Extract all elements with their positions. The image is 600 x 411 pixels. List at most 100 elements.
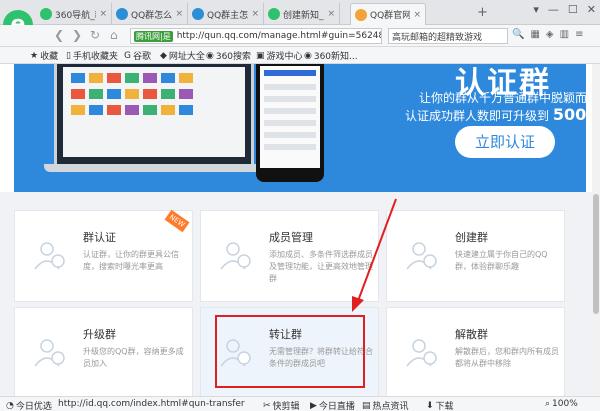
- card-description: 解散群后，您和群内所有成员都将从群中移除: [455, 347, 559, 368]
- download-label: 下载: [435, 402, 454, 411]
- zoom-icon: ⌕: [545, 399, 551, 409]
- toolbar-icons: 🔍 ▦ ◈ ▥ ≡: [512, 29, 583, 40]
- laptop-illustration: [54, 64, 254, 168]
- favorite-label: 收藏: [40, 52, 59, 62]
- today-icon: ◔: [6, 400, 14, 411]
- tab-close-icon[interactable]: ×: [327, 9, 335, 19]
- maximize-icon[interactable]: ☐: [568, 3, 578, 16]
- tab-favicon: [355, 8, 367, 21]
- favorite-label: 360新知...: [313, 52, 358, 62]
- menu-list-icon[interactable]: ≡: [575, 29, 583, 40]
- browser-tab[interactable]: 创建新知_360×: [264, 3, 340, 25]
- people-minus-icon: [406, 339, 437, 367]
- tab-title: QQ群官网-群: [370, 11, 411, 21]
- refresh-icon[interactable]: ↻: [90, 28, 100, 42]
- site-badge: 腾讯网|是: [134, 30, 173, 42]
- people-check-icon: [34, 242, 65, 270]
- hero-upgrade-prefix: 认证成功群人数即可升级到: [405, 109, 550, 123]
- tab-title: 360导航_新一: [55, 10, 96, 21]
- zoom-level[interactable]: ⌕ 100%: [545, 399, 578, 409]
- scrollbar[interactable]: [592, 64, 600, 396]
- favorite-label: 游戏中心: [266, 52, 303, 62]
- tab-favicon: [116, 8, 128, 20]
- address-url: http://qun.qq.com/manage.html#guin=56248…: [176, 31, 382, 41]
- people-gear-icon: [220, 242, 251, 270]
- home-icon[interactable]: ⌂: [110, 28, 118, 42]
- tab-favicon: [192, 8, 204, 20]
- highlight-box: [215, 315, 365, 388]
- tab-close-icon[interactable]: ×: [413, 10, 421, 20]
- nav-bar: ❮ ❯ ↻ ⌂ 腾讯网|是 http://qun.qq.com/manage.h…: [0, 25, 600, 47]
- favorite-icon: ◉: [304, 50, 312, 61]
- browser-tab[interactable]: 360导航_新一×: [36, 3, 112, 25]
- tab-close-icon[interactable]: ×: [175, 9, 183, 19]
- favorite-item[interactable]: ◉ 360搜索: [206, 49, 252, 63]
- hero-upgrade-text: 认证成功群人数即可升级到 5000 人: [405, 105, 586, 124]
- card-title: 创建群: [455, 231, 488, 244]
- card-description: 快速建立属于你自己的QQ群，体验群聊乐趣: [455, 250, 548, 271]
- menu-icon[interactable]: ▾: [533, 3, 539, 16]
- tab-favicon: [268, 8, 280, 20]
- favorite-item[interactable]: ★ 收藏: [30, 49, 59, 63]
- scrollbar-thumb[interactable]: [593, 194, 599, 314]
- card-description: 认证群，让你的群更具公信度，搜索时曝光率更高: [83, 250, 179, 271]
- search-icon[interactable]: 🔍: [512, 29, 524, 40]
- news-button[interactable]: ▤ 热点资讯: [362, 399, 409, 411]
- browser-tab[interactable]: QQ群官网-群×: [350, 3, 426, 25]
- status-bar: ◔ 今日优选 http://id.qq.com/index.html#qun-t…: [0, 396, 600, 411]
- extension-icon[interactable]: ▦: [530, 29, 539, 40]
- people-up-icon: [34, 339, 65, 367]
- feature-card[interactable]: 成员管理 添加成员、多条件筛选群成员及管理功能，让更高效地管理群: [200, 210, 379, 302]
- feature-card[interactable]: 群认证 认证群，让你的群更具公信度，搜索时曝光率更高 NEW: [14, 209, 193, 302]
- favorite-item[interactable]: ◉ 360新知...: [304, 49, 358, 63]
- zoom-label: 100%: [552, 399, 578, 409]
- download-button[interactable]: ⬇ 下载: [426, 399, 454, 411]
- browser-tab[interactable]: QQ群怎么转让×: [112, 3, 188, 25]
- phone-illustration: [256, 64, 324, 182]
- news-label: 热点资讯: [372, 402, 409, 411]
- favorite-item[interactable]: ◆ 网址大全: [160, 49, 205, 63]
- shield-icon[interactable]: ◈: [546, 29, 554, 40]
- hero-banner: 认证群 让你的群从千万普通群中脱颖而出 认证成功群人数即可升级到 5000 人 …: [14, 64, 586, 192]
- clip-button[interactable]: ✂ 快剪辑: [263, 399, 300, 411]
- window-controls: ▾ — ☐ ✕: [533, 3, 596, 16]
- card-title: 升级群: [83, 328, 116, 341]
- browser-tab[interactable]: QQ群主怎么转×: [188, 3, 264, 25]
- news-icon: ▤: [362, 400, 371, 411]
- card-title: 解散群: [455, 328, 488, 341]
- new-tab-button[interactable]: +: [477, 5, 488, 20]
- today-label: 今日优选: [15, 402, 52, 411]
- favorite-icon: ▯: [66, 50, 71, 61]
- favorite-item[interactable]: ▯ 手机收藏夹: [66, 49, 118, 63]
- live-button[interactable]: ▶ 今日直播: [310, 399, 355, 411]
- favorite-item[interactable]: G 谷歌: [124, 49, 151, 63]
- search-input[interactable]: 高玩邮箱的超精致游戏: [388, 28, 508, 44]
- card-description: 升级您的QQ群，容纳更多成员加入: [83, 347, 184, 368]
- feature-card[interactable]: 解散群解散群后，您和群内所有成员都将从群中移除: [386, 307, 565, 399]
- laptop-base: [44, 164, 264, 172]
- back-icon[interactable]: ❮: [54, 28, 64, 42]
- new-badge: NEW: [164, 209, 190, 233]
- feature-card[interactable]: 升级群升级您的QQ群，容纳更多成员加入: [14, 307, 193, 399]
- favorite-label: 360搜索: [215, 52, 252, 62]
- favorite-icon: ◆: [160, 50, 167, 61]
- favorite-label: 网址大全: [168, 52, 205, 62]
- card-description: 添加成员、多条件筛选群成员及管理功能，让更高效地管理群: [269, 250, 373, 283]
- favorites-bar: ★ 收藏 ▯ 手机收藏夹 G 谷歌 ◆ 网址大全 ◉ 360搜索 ▣ 游戏中心 ◉ 360新知...: [0, 47, 600, 64]
- scissors-icon: ✂: [263, 400, 271, 411]
- favorite-icon: ★: [30, 50, 39, 61]
- close-icon[interactable]: ✕: [587, 3, 596, 16]
- live-label: 今日直播: [318, 402, 355, 411]
- minimize-icon[interactable]: —: [548, 3, 559, 16]
- tab-close-icon[interactable]: ×: [251, 9, 259, 19]
- certify-now-button[interactable]: 立即认证: [455, 126, 555, 158]
- apps-icon[interactable]: ▥: [560, 29, 569, 40]
- forward-icon[interactable]: ❯: [72, 28, 82, 42]
- feature-card[interactable]: 创建群快速建立属于你自己的QQ群，体验群聊乐趣: [386, 210, 565, 302]
- address-bar[interactable]: 腾讯网|是 http://qun.qq.com/manage.html#guin…: [130, 28, 382, 44]
- hero-upgrade-number: 5000: [552, 105, 586, 124]
- today-picks[interactable]: ◔ 今日优选: [6, 399, 52, 411]
- tab-close-icon[interactable]: ×: [99, 9, 107, 19]
- hero-subtitle: 让你的群从千万普通群中脱颖而出: [419, 91, 586, 105]
- favorite-item[interactable]: ▣ 游戏中心: [256, 49, 303, 63]
